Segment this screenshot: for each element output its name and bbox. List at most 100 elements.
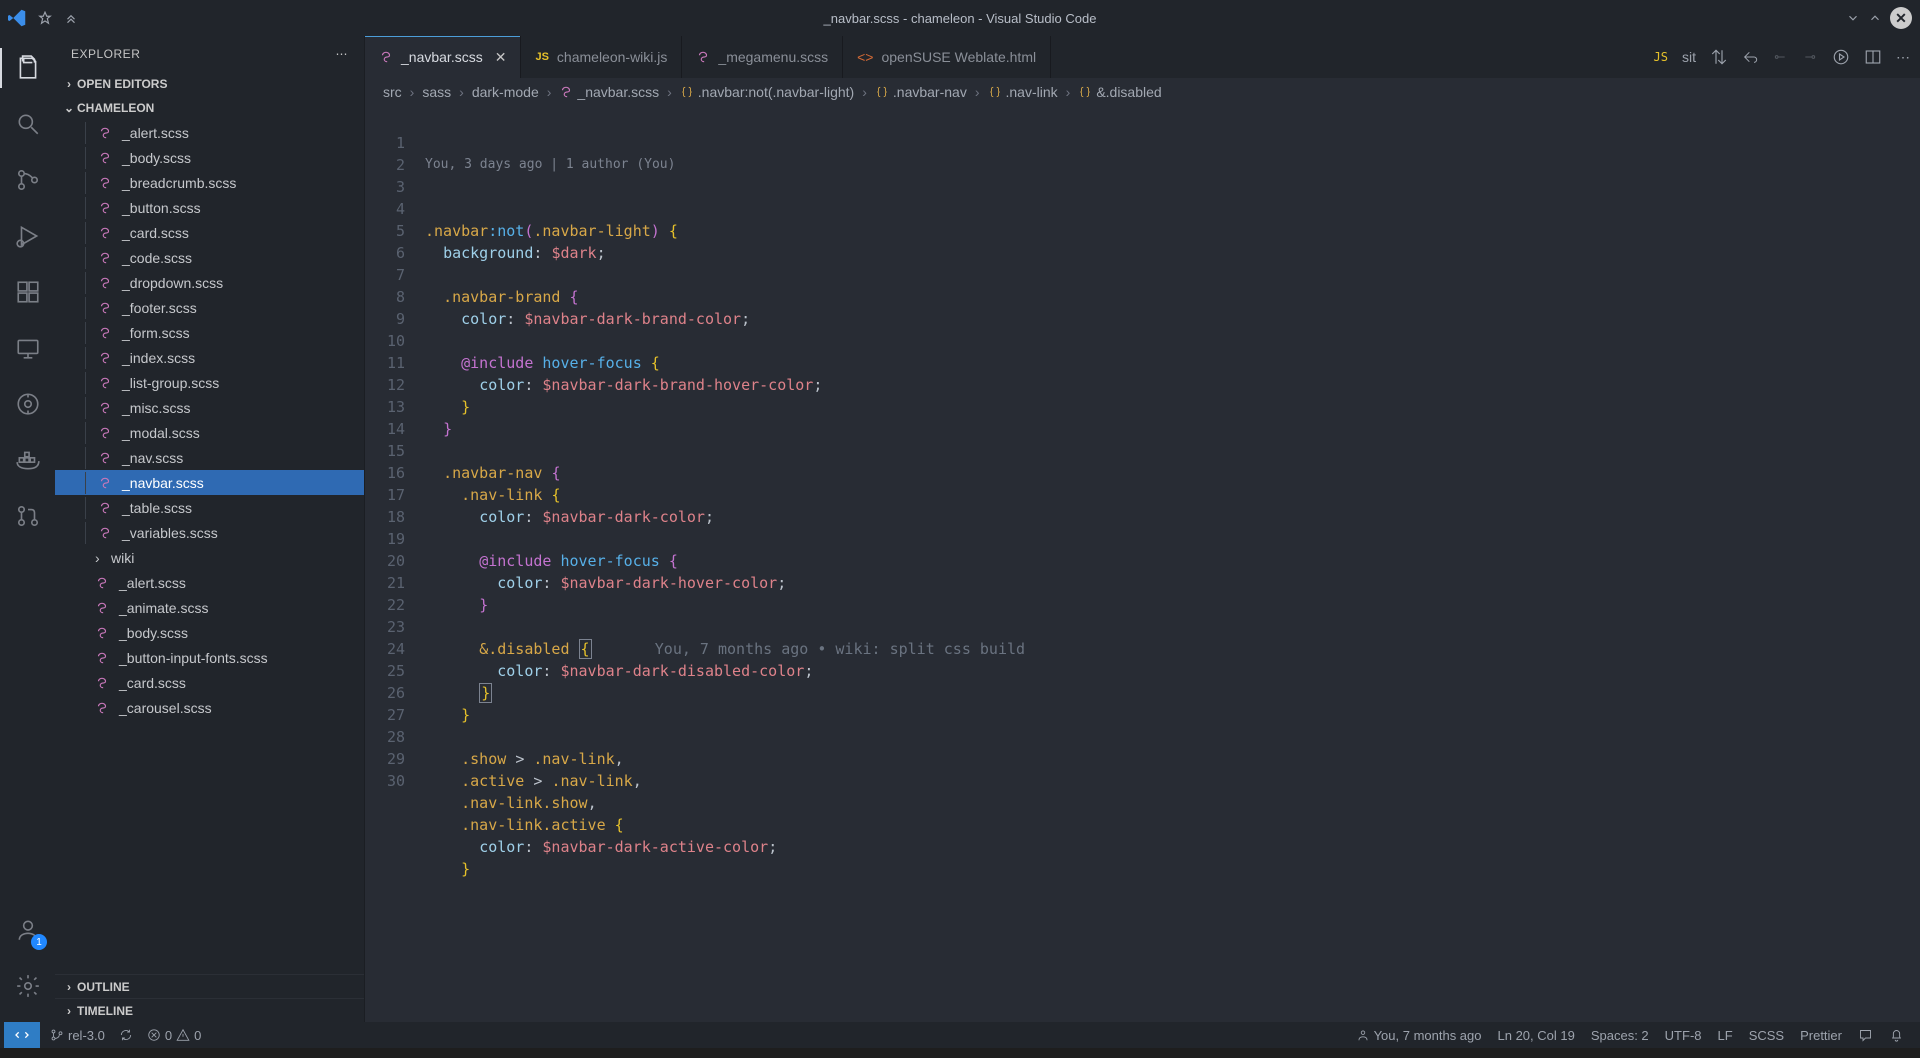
file-_card.scss[interactable]: _card.scss xyxy=(55,220,364,245)
compare-icon[interactable] xyxy=(1710,48,1728,66)
code-line-8[interactable]: color: $navbar-dark-brand-hover-color; xyxy=(425,374,1850,396)
close-icon[interactable]: ✕ xyxy=(1890,7,1912,29)
file-_body.scss[interactable]: _body.scss xyxy=(55,620,364,645)
status-encoding[interactable]: UTF-8 xyxy=(1665,1028,1702,1043)
file-_navbar.scss[interactable]: _navbar.scss xyxy=(55,470,364,495)
code-line-25[interactable]: .show > .nav-link, xyxy=(425,748,1850,770)
code-line-14[interactable]: color: $navbar-dark-color; xyxy=(425,506,1850,528)
activity-settings[interactable] xyxy=(0,962,55,1010)
file-tree[interactable]: _alert.scss_body.scss_breadcrumb.scss_bu… xyxy=(55,120,364,974)
status-sync[interactable] xyxy=(119,1028,133,1042)
activity-gitlens[interactable] xyxy=(0,380,55,428)
code-line-5[interactable]: color: $navbar-dark-brand-color; xyxy=(425,308,1850,330)
file-_variables.scss[interactable]: _variables.scss xyxy=(55,520,364,545)
breadcrumb-2[interactable]: dark-mode xyxy=(472,84,539,100)
code-line-15[interactable] xyxy=(425,528,1850,550)
split-editor-icon[interactable] xyxy=(1864,48,1882,66)
file-_dropdown.scss[interactable]: _dropdown.scss xyxy=(55,270,364,295)
breadcrumb-4[interactable]: .navbar:not(.navbar-light) xyxy=(680,84,854,100)
status-cursor[interactable]: Ln 20, Col 19 xyxy=(1498,1028,1575,1043)
code-line-10[interactable]: } xyxy=(425,418,1850,440)
breadcrumb-1[interactable]: sass xyxy=(422,84,451,100)
file-_code.scss[interactable]: _code.scss xyxy=(55,245,364,270)
section-outline[interactable]: ›OUTLINE xyxy=(55,974,364,998)
activity-accounts[interactable]: 1 xyxy=(0,906,55,954)
code-line-22[interactable]: } xyxy=(425,682,1850,704)
remote-indicator[interactable] xyxy=(4,1022,40,1048)
code-line-12[interactable]: .navbar-nav { xyxy=(425,462,1850,484)
run-icon[interactable] xyxy=(1832,48,1850,66)
more-icon[interactable]: ⋯ xyxy=(336,47,349,61)
folder-wiki[interactable]: ›wiki xyxy=(55,545,364,570)
file-_alert.scss[interactable]: _alert.scss xyxy=(55,570,364,595)
file-_misc.scss[interactable]: _misc.scss xyxy=(55,395,364,420)
code-line-17[interactable]: color: $navbar-dark-hover-color; xyxy=(425,572,1850,594)
chevron-up-icon[interactable] xyxy=(1868,11,1882,25)
code-line-1[interactable]: .navbar:not(.navbar-light) { xyxy=(425,220,1850,242)
code-line-29[interactable]: color: $navbar-dark-active-color; xyxy=(425,836,1850,858)
file-_alert.scss[interactable]: _alert.scss xyxy=(55,120,364,145)
file-_nav.scss[interactable]: _nav.scss xyxy=(55,445,364,470)
tab-_navbar.scss[interactable]: _navbar.scss✕ xyxy=(365,36,521,78)
status-spaces[interactable]: Spaces: 2 xyxy=(1591,1028,1649,1043)
status-language[interactable]: SCSS xyxy=(1749,1028,1784,1043)
code-line-21[interactable]: color: $navbar-dark-disabled-color; xyxy=(425,660,1850,682)
file-_index.scss[interactable]: _index.scss xyxy=(55,345,364,370)
code-line-27[interactable]: .nav-link.show, xyxy=(425,792,1850,814)
code-line-13[interactable]: .nav-link { xyxy=(425,484,1850,506)
code-line-7[interactable]: @include hover-focus { xyxy=(425,352,1850,374)
activity-explorer[interactable] xyxy=(0,44,55,92)
file-_form.scss[interactable]: _form.scss xyxy=(55,320,364,345)
code-line-3[interactable] xyxy=(425,264,1850,286)
tab-_megamenu.scss[interactable]: _megamenu.scss xyxy=(682,36,843,78)
status-branch[interactable]: rel-3.0 xyxy=(50,1028,105,1043)
status-eol[interactable]: LF xyxy=(1718,1028,1733,1043)
activity-source-control[interactable] xyxy=(0,156,55,204)
activity-github-pr[interactable] xyxy=(0,492,55,540)
tab-chameleon-wiki.js[interactable]: JSchameleon-wiki.js xyxy=(521,36,682,78)
code-editor[interactable]: You, 3 days ago | 1 author (You) .navbar… xyxy=(425,106,1850,1022)
activity-docker[interactable] xyxy=(0,436,55,484)
next-change-icon[interactable] xyxy=(1802,49,1818,65)
file-_carousel.scss[interactable]: _carousel.scss xyxy=(55,695,364,720)
activity-remote[interactable] xyxy=(0,324,55,372)
activity-extensions[interactable] xyxy=(0,268,55,316)
activity-run-debug[interactable] xyxy=(0,212,55,260)
status-feedback[interactable] xyxy=(1858,1028,1873,1043)
file-_button-input-fonts.scss[interactable]: _button-input-fonts.scss xyxy=(55,645,364,670)
file-_breadcrumb.scss[interactable]: _breadcrumb.scss xyxy=(55,170,364,195)
breadcrumb-5[interactable]: .navbar-nav xyxy=(875,84,967,100)
file-_modal.scss[interactable]: _modal.scss xyxy=(55,420,364,445)
status-blame[interactable]: You, 7 months ago xyxy=(1356,1028,1482,1043)
breadcrumb-7[interactable]: &.disabled xyxy=(1078,84,1161,100)
section-timeline[interactable]: ›TIMELINE xyxy=(55,998,364,1022)
prev-change-icon[interactable] xyxy=(1772,49,1788,65)
breadcrumb-6[interactable]: .nav-link xyxy=(988,84,1058,100)
code-line-26[interactable]: .active > .nav-link, xyxy=(425,770,1850,792)
code-line-4[interactable]: .navbar-brand { xyxy=(425,286,1850,308)
code-line-16[interactable]: @include hover-focus { xyxy=(425,550,1850,572)
breadcrumb-3[interactable]: _navbar.scss xyxy=(559,84,659,100)
pin-icon[interactable] xyxy=(38,11,52,25)
more-actions-icon[interactable]: ⋯ xyxy=(1896,49,1910,66)
code-line-6[interactable] xyxy=(425,330,1850,352)
breadcrumbs[interactable]: src›sass›dark-mode› _navbar.scss›.navbar… xyxy=(365,78,1920,106)
code-line-28[interactable]: .nav-link.active { xyxy=(425,814,1850,836)
section-open-editors[interactable]: ›OPEN EDITORS xyxy=(55,72,364,96)
code-line-19[interactable] xyxy=(425,616,1850,638)
tab-close-icon[interactable]: ✕ xyxy=(495,49,507,66)
code-line-18[interactable]: } xyxy=(425,594,1850,616)
code-line-2[interactable]: background: $dark; xyxy=(425,242,1850,264)
code-line-20[interactable]: &.disabled { You, 7 months ago • wiki: s… xyxy=(425,638,1850,660)
chevron-up-double-icon[interactable] xyxy=(64,11,78,25)
code-line-24[interactable] xyxy=(425,726,1850,748)
file-_button.scss[interactable]: _button.scss xyxy=(55,195,364,220)
file-_list-group.scss[interactable]: _list-group.scss xyxy=(55,370,364,395)
status-prettier[interactable]: Prettier xyxy=(1800,1028,1842,1043)
tab-overflow-label[interactable]: sit xyxy=(1682,49,1696,65)
status-problems[interactable]: 0 0 xyxy=(147,1028,201,1043)
file-_card.scss[interactable]: _card.scss xyxy=(55,670,364,695)
file-_body.scss[interactable]: _body.scss xyxy=(55,145,364,170)
activity-search[interactable] xyxy=(0,100,55,148)
code-line-30[interactable]: } xyxy=(425,858,1850,880)
